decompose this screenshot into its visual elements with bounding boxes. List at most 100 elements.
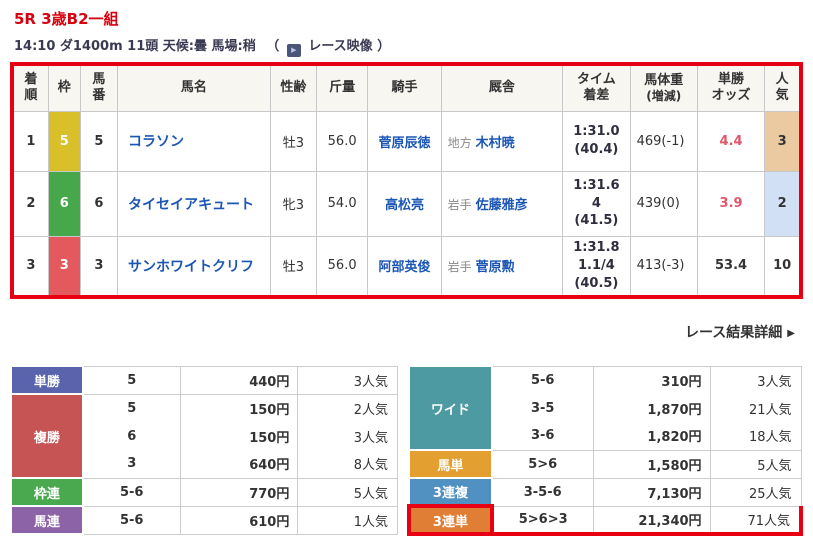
payout-popularity: 2人気 bbox=[298, 394, 398, 422]
col-popularity: 人気 bbox=[765, 64, 801, 111]
race-result-page: { "page": { "accent_red": "#e60012", "ti… bbox=[0, 0, 813, 547]
payout-type-trifecta: 3連単 bbox=[409, 506, 492, 534]
race-detail-link[interactable]: レース結果詳細▶ bbox=[685, 322, 795, 342]
popularity: 3 bbox=[765, 111, 801, 171]
results-header-row: 着順 枠 馬番 馬名 性齢 斤量 騎手 厩舎 タイム着差 馬体重(増減) 単勝オ… bbox=[12, 64, 801, 111]
finish-position: 2 bbox=[12, 171, 48, 236]
col-horse-number: 馬番 bbox=[80, 64, 117, 111]
payout-amount: 1,820円 bbox=[593, 422, 710, 450]
race-video-link[interactable]: レース映像 bbox=[308, 39, 372, 54]
payout-type-place: 複勝 bbox=[11, 394, 83, 478]
horse-name-cell: サンホワイトクリフ bbox=[118, 236, 271, 297]
payout-type-trio: 3連複 bbox=[409, 478, 492, 506]
play-video-icon[interactable]: ▶ bbox=[287, 44, 301, 57]
payout-popularity: 5人気 bbox=[298, 478, 398, 506]
col-stable: 厩舎 bbox=[441, 64, 563, 111]
col-horse-name: 馬名 bbox=[118, 64, 271, 111]
payout-amount: 21,340円 bbox=[593, 506, 710, 534]
payout-row: 馬連 5-6 610円 1人気 bbox=[11, 506, 398, 534]
result-row-3: 3 3 3 サンホワイトクリフ 牡3 56.0 阿部英俊 岩手菅原勲 1:31.… bbox=[12, 236, 801, 297]
col-finish-position: 着順 bbox=[12, 64, 48, 111]
stable-cell: 岩手佐藤雅彦 bbox=[441, 171, 563, 236]
payout-combination: 5 bbox=[83, 394, 181, 422]
payout-amount: 1,870円 bbox=[593, 394, 710, 422]
win-odds: 53.4 bbox=[697, 236, 764, 297]
horse-number: 6 bbox=[80, 171, 117, 236]
payout-row: 3連複 3-5-6 7,130円 25人気 bbox=[409, 478, 801, 506]
payout-type-wide: ワイド bbox=[409, 366, 492, 450]
bracket-number: 6 bbox=[48, 171, 80, 236]
page-title: 5R 3歳B2一組 bbox=[14, 8, 119, 29]
horse-name-link[interactable]: コラソン bbox=[128, 134, 184, 150]
jockey-cell: 菅原辰徳 bbox=[368, 111, 441, 171]
sex-age: 牝3 bbox=[270, 171, 316, 236]
horse-weight: 439(0) bbox=[630, 171, 697, 236]
trainer-link[interactable]: 木村暁 bbox=[476, 136, 515, 151]
paren-close: ） bbox=[377, 39, 390, 54]
carried-weight: 56.0 bbox=[317, 111, 368, 171]
payout-combination: 5 bbox=[83, 366, 181, 394]
horse-name-cell: タイセイアキュート bbox=[118, 171, 271, 236]
jockey-link[interactable]: 阿部英俊 bbox=[378, 260, 430, 275]
horse-name-link[interactable]: サンホワイトクリフ bbox=[128, 259, 254, 275]
col-sex-age: 性齢 bbox=[270, 64, 316, 111]
payout-popularity: 1人気 bbox=[298, 506, 398, 534]
stable-region: 岩手 bbox=[448, 198, 472, 212]
sex-age: 牡3 bbox=[270, 111, 316, 171]
payout-amount: 770円 bbox=[180, 478, 298, 506]
payout-combination: 6 bbox=[83, 422, 181, 450]
horse-number: 5 bbox=[80, 111, 117, 171]
trainer-link[interactable]: 佐藤雅彦 bbox=[476, 198, 528, 213]
finish-position: 3 bbox=[12, 236, 48, 297]
bracket-number: 3 bbox=[48, 236, 80, 297]
race-conditions: 14:10 ダ1400m 11頭 天候:曇 馬場:稍 bbox=[14, 39, 256, 54]
jockey-link[interactable]: 菅原辰徳 bbox=[378, 136, 430, 151]
payout-amount: 640円 bbox=[180, 450, 298, 478]
payout-amount: 310円 bbox=[593, 366, 710, 394]
carried-weight: 54.0 bbox=[317, 171, 368, 236]
payout-row: 馬単 5>6 1,580円 5人気 bbox=[409, 450, 801, 478]
payout-popularity: 5人気 bbox=[710, 450, 801, 478]
col-win-odds: 単勝オッズ bbox=[697, 64, 764, 111]
stable-cell: 岩手菅原勲 bbox=[441, 236, 563, 297]
payout-combination: 5-6 bbox=[83, 478, 181, 506]
finish-position: 1 bbox=[12, 111, 48, 171]
time-margin-cell: 1:31.64(41.5) bbox=[563, 171, 630, 236]
col-horse-weight: 馬体重(増減) bbox=[630, 64, 697, 111]
payout-type-quinella: 馬連 bbox=[11, 506, 83, 534]
result-row-2: 2 6 6 タイセイアキュート 牝3 54.0 高松亮 岩手佐藤雅彦 1:31.… bbox=[12, 171, 801, 236]
popularity: 10 bbox=[765, 236, 801, 297]
payout-popularity: 25人気 bbox=[710, 478, 801, 506]
payout-amount: 440円 bbox=[180, 366, 298, 394]
horse-weight: 469(-1) bbox=[630, 111, 697, 171]
payout-amount: 610円 bbox=[180, 506, 298, 534]
payout-combination: 5>6 bbox=[492, 450, 593, 478]
payout-combination: 3-5 bbox=[492, 394, 593, 422]
trainer-link[interactable]: 菅原勲 bbox=[476, 260, 515, 275]
payout-row: 単勝 5 440円 3人気 bbox=[11, 366, 398, 394]
horse-name-cell: コラソン bbox=[118, 111, 271, 171]
race-video-link-wrap: （ ▶ レース映像 ） bbox=[266, 39, 390, 54]
horse-name-link[interactable]: タイセイアキュート bbox=[128, 197, 254, 213]
sex-age: 牡3 bbox=[270, 236, 316, 297]
payout-row: 枠連 5-6 770円 5人気 bbox=[11, 478, 398, 506]
time-margin-cell: 1:31.81.1/4(40.5) bbox=[563, 236, 630, 297]
payout-combination: 3 bbox=[83, 450, 181, 478]
payout-combination: 3-6 bbox=[492, 422, 593, 450]
col-carried-weight: 斤量 bbox=[317, 64, 368, 111]
chevron-right-icon: ▶ bbox=[787, 328, 795, 339]
col-jockey: 騎手 bbox=[368, 64, 441, 111]
jockey-link[interactable]: 高松亮 bbox=[385, 198, 424, 213]
payout-popularity: 3人気 bbox=[298, 422, 398, 450]
payout-type-win: 単勝 bbox=[11, 366, 83, 394]
win-odds: 4.4 bbox=[697, 111, 764, 171]
payout-popularity: 3人気 bbox=[710, 366, 801, 394]
payout-table-left: 単勝 5 440円 3人気 複勝 5 150円 2人気 6 150円 3人気 3… bbox=[10, 365, 398, 535]
race-info-line: 14:10 ダ1400m 11頭 天候:曇 馬場:稍 （ ▶ レース映像 ） bbox=[14, 35, 390, 57]
payout-popularity: 3人気 bbox=[298, 366, 398, 394]
payout-amount: 1,580円 bbox=[593, 450, 710, 478]
popularity: 2 bbox=[765, 171, 801, 236]
payout-amount: 7,130円 bbox=[593, 478, 710, 506]
payout-type-bracket-quinella: 枠連 bbox=[11, 478, 83, 506]
payout-amount: 150円 bbox=[180, 394, 298, 422]
